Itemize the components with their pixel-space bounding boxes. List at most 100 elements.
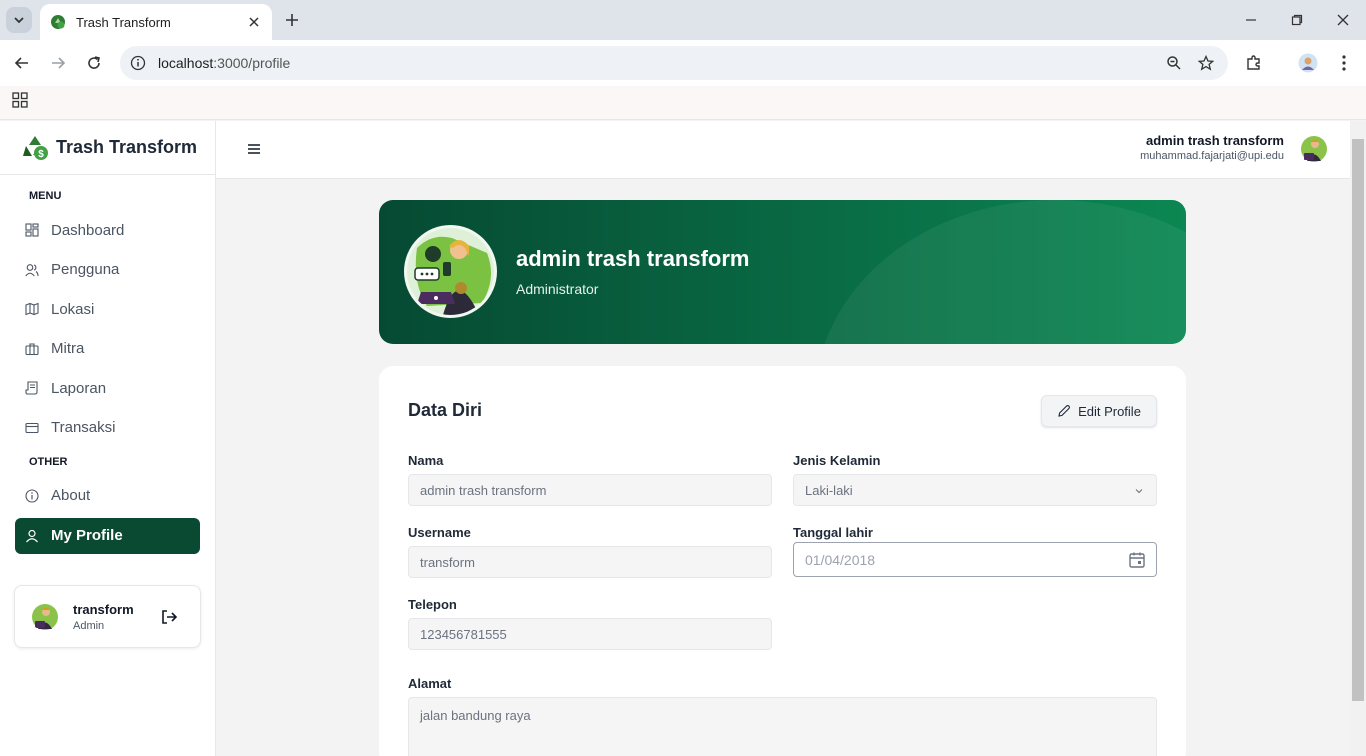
dob-value: 01/04/2018 (805, 551, 876, 568)
reload-button[interactable] (83, 52, 105, 74)
brand-name: Trash Transform (56, 137, 198, 157)
users-icon (25, 263, 39, 276)
avatar (32, 603, 58, 630)
calendar-icon[interactable] (1128, 551, 1146, 569)
sidebar-item-label: Dashboard (51, 221, 125, 239)
banner-user-role: Administrator (516, 281, 599, 297)
edit-profile-button[interactable]: Edit Profile (1041, 395, 1157, 427)
personal-data-card: Data Diri Edit Profile Nama admin trash … (379, 366, 1186, 756)
nama-label: Nama (408, 453, 444, 468)
recycle-logo-icon: $ (23, 135, 48, 160)
new-tab-button[interactable] (282, 10, 302, 30)
site-info-icon[interactable] (130, 55, 146, 71)
alamat-label: Alamat (408, 676, 452, 691)
dob-field[interactable]: 01/04/2018 (793, 542, 1157, 577)
sidebar-item-pengguna[interactable]: Pengguna (15, 252, 200, 288)
arrow-right-icon (52, 57, 66, 69)
sidebar-item-transaksi[interactable]: Transaksi (15, 410, 200, 446)
restore-button[interactable] (1287, 10, 1307, 30)
address-bar-row: localhost:3000/profile (0, 40, 1366, 86)
apps-grid-icon[interactable] (12, 92, 28, 108)
close-window-button[interactable] (1333, 10, 1353, 30)
arrow-left-icon (14, 57, 28, 69)
brand[interactable]: $ Trash Transform (0, 121, 215, 175)
browser-tab-strip: Trash Transform (0, 0, 1366, 40)
close-icon (1337, 14, 1349, 26)
report-icon (25, 381, 38, 395)
info-icon (25, 489, 39, 503)
bookmark-star-icon[interactable] (1196, 53, 1216, 73)
restore-icon (1291, 14, 1303, 26)
nama-field[interactable]: admin trash transform (408, 474, 772, 506)
reload-icon (88, 56, 100, 69)
browser-tab[interactable]: Trash Transform (40, 4, 272, 40)
page-scrollbar[interactable] (1350, 121, 1366, 756)
omnibox[interactable]: localhost:3000/profile (120, 46, 1228, 80)
svg-text:$: $ (38, 149, 44, 160)
telepon-label: Telepon (408, 597, 457, 612)
bookmarks-bar (0, 86, 1366, 120)
gender-select[interactable]: Laki-laki (793, 474, 1157, 506)
pencil-icon (1058, 405, 1070, 417)
sidebar: $ Trash Transform MENU Dashboard Penggun… (0, 121, 216, 756)
user-card-name: transform (73, 601, 134, 617)
header-user-name: admin trash transform (1146, 133, 1284, 148)
sidebar-item-label: Transaksi (51, 419, 116, 437)
card-icon (25, 422, 39, 434)
plus-icon (286, 14, 298, 26)
sidebar-item-label: Pengguna (51, 261, 120, 279)
sidebar-item-about[interactable]: About (15, 478, 200, 514)
gender-selected-value: Laki-laki (805, 482, 853, 498)
dashboard-icon (25, 223, 39, 237)
sidebar-item-dashboard[interactable]: Dashboard (15, 212, 200, 248)
sidebar-item-my-profile[interactable]: My Profile (15, 517, 200, 554)
chevron-down-icon (1135, 489, 1143, 494)
minimize-button[interactable] (1241, 10, 1261, 30)
gender-label: Jenis Kelamin (793, 453, 881, 468)
url-text[interactable]: localhost:3000/profile (158, 55, 1164, 71)
header-avatar[interactable] (1300, 135, 1328, 163)
card-title: Data Diri (408, 400, 483, 420)
username-field[interactable]: transform (408, 546, 772, 578)
sidebar-item-label: Lokasi (51, 300, 95, 318)
scrollbar-thumb[interactable] (1352, 139, 1364, 701)
menu-section-label: MENU (29, 190, 62, 202)
forward-button[interactable] (47, 52, 69, 74)
hamburger-menu-icon[interactable] (246, 141, 262, 157)
sidebar-item-label: Laporan (51, 379, 107, 397)
alamat-textarea[interactable]: jalan bandung raya (408, 697, 1157, 756)
recycle-favicon-icon (51, 15, 65, 29)
banner-user-name: admin trash transform (516, 246, 750, 271)
logout-icon[interactable] (160, 608, 178, 626)
other-section-label: OTHER (29, 455, 68, 468)
sidebar-item-label: Mitra (51, 340, 85, 358)
back-button[interactable] (11, 52, 33, 74)
chevron-down-icon (14, 17, 24, 24)
user-icon (26, 529, 38, 542)
map-icon (25, 302, 39, 316)
browser-menu-icon[interactable] (1333, 52, 1355, 74)
profile-avatar-icon[interactable] (1297, 52, 1319, 74)
profile-banner: admin trash transform Administrator (379, 200, 1186, 344)
user-card-role: Admin (73, 619, 105, 632)
tab-close-icon[interactable] (246, 14, 262, 30)
minimize-icon (1246, 19, 1256, 21)
extensions-icon[interactable] (1243, 52, 1265, 74)
sidebar-item-mitra[interactable]: Mitra (15, 331, 200, 367)
sidebar-user-card: transform Admin (14, 585, 201, 648)
tab-title: Trash Transform (76, 14, 171, 30)
sidebar-item-lokasi[interactable]: Lokasi (15, 291, 200, 327)
banner-decoration (815, 200, 1186, 344)
telepon-field[interactable]: 123456781555 (408, 618, 772, 650)
sidebar-item-label: My Profile (51, 527, 123, 545)
sidebar-item-laporan[interactable]: Laporan (15, 370, 200, 406)
edit-profile-label: Edit Profile (1078, 403, 1141, 419)
tab-search-button[interactable] (6, 7, 32, 33)
profile-illustration-icon (407, 228, 494, 315)
username-label: Username (408, 525, 471, 540)
header-user-info[interactable]: admin trash transform muhammad.fajarjati… (1140, 133, 1284, 162)
sidebar-item-label: About (51, 487, 91, 505)
zoom-icon[interactable] (1164, 53, 1184, 73)
dob-label: Tanggal lahir (793, 525, 873, 540)
banner-avatar (404, 225, 497, 318)
